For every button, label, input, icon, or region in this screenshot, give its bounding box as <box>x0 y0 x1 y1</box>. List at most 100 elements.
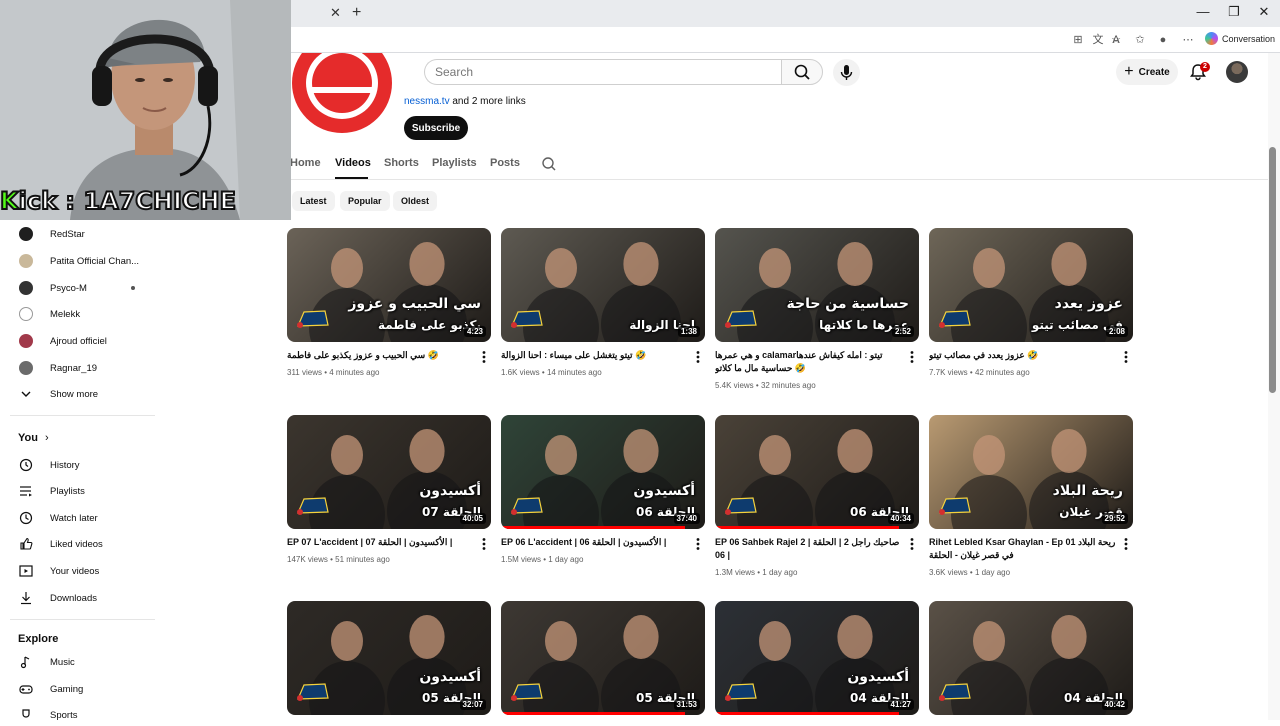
profile-icon[interactable]: ● <box>1155 32 1171 48</box>
more-links-text[interactable]: and 2 more links <box>450 96 525 107</box>
more-options-icon[interactable] <box>481 350 487 364</box>
sidebar-item-downloads[interactable]: Downloads <box>18 587 148 609</box>
video-title[interactable]: EP 06 Sahbek Rajel 2 | صاحبك راجل 2 | ال… <box>715 536 903 562</box>
sidebar-item-playlists[interactable]: Playlists <box>18 480 148 502</box>
video-card[interactable]: أكسيدون الحلقة 07 40:05 EP 07 L'accident | … <box>287 415 491 585</box>
chip-oldest[interactable]: Oldest <box>393 191 438 211</box>
more-options-icon[interactable] <box>481 537 487 551</box>
sidebar-item-watch-later[interactable]: Watch later <box>18 507 148 529</box>
video-title[interactable]: EP 07 L'accident | الأكسيدون | الحلقة 07… <box>287 536 475 549</box>
sidebar-subscription-redstar[interactable]: RedStar <box>18 223 148 245</box>
sidebar-item-your-videos[interactable]: Your videos <box>18 560 148 582</box>
video-card[interactable]: الحلقة 04 40:42 <box>929 601 1133 715</box>
tab-posts[interactable]: Posts <box>490 157 520 169</box>
video-age: 1 day ago <box>548 555 584 564</box>
watch-progress-bar <box>501 526 685 529</box>
video-title[interactable]: تيتو يتغشل على ميساء : احنا الزوالة 🤣 <box>501 349 689 362</box>
notification-badge: 2 <box>1200 62 1210 72</box>
sidebar-item-history[interactable]: History <box>18 454 148 476</box>
tab-home[interactable]: Home <box>290 157 321 169</box>
sidebar-item-sports[interactable]: Sports <box>18 704 148 726</box>
tab-shorts[interactable]: Shorts <box>384 157 419 169</box>
copilot-conversation-button[interactable]: Conversation <box>1205 32 1275 45</box>
more-options-icon[interactable] <box>695 537 701 551</box>
create-button[interactable]: + Create <box>1116 59 1178 85</box>
sidebar-subscription-ajroud[interactable]: Ajroud officiel <box>18 330 148 352</box>
video-thumbnail[interactable]: حساسية من حاجة عمرها ما كلاتها 2:52 <box>715 228 919 342</box>
video-card[interactable]: الحلقة 05 31:53 <box>501 601 705 715</box>
more-options-icon[interactable] <box>1123 350 1129 364</box>
video-thumbnail[interactable]: ريحة البلاد قصر غيلان 29:52 <box>929 415 1133 529</box>
tab-videos[interactable]: Videos <box>335 157 371 169</box>
video-card[interactable]: سي الحبيب و عزوز يكذبو على فاطمة 4:23 سي ال… <box>287 228 491 398</box>
video-card[interactable]: حساسية من حاجة عمرها ما كلاتها 2:52 و هي عم… <box>715 228 919 398</box>
video-thumbnail[interactable]: سي الحبيب و عزوز يكذبو على فاطمة 4:23 <box>287 228 491 342</box>
video-thumbnail[interactable]: أكسيدون الحلقة 06 37:40 <box>501 415 705 529</box>
video-card[interactable]: احنا الزوالة 1:38 تيتو يتغشل على ميساء : ا… <box>501 228 705 398</box>
video-thumbnail[interactable]: احنا الزوالة 1:38 <box>501 228 705 342</box>
video-card[interactable]: الحلقة 06 40:34 EP 06 Sahbek Rajel 2 | صاح… <box>715 415 919 585</box>
video-duration: 1:38 <box>677 326 700 337</box>
sidebar-item-gaming[interactable]: Gaming <box>18 678 148 700</box>
channel-avatar <box>19 334 33 348</box>
scrollbar-thumb[interactable] <box>1269 147 1276 393</box>
minimize-icon[interactable]: — <box>1193 4 1213 19</box>
sidebar-subscription-psyco-m[interactable]: Psyco-M <box>18 277 148 299</box>
new-tab-icon[interactable]: + <box>352 4 361 22</box>
video-title[interactable]: عزوز يعدد في مصائب تيتو 🤣 <box>929 349 1117 362</box>
sidebar-subscription-ragnar[interactable]: Ragnar_19 <box>18 357 148 379</box>
thumbs-up-icon <box>18 536 34 552</box>
video-thumbnail[interactable]: أكسيدون الحلقة 05 32:07 <box>287 601 491 715</box>
sidebar-you-heading[interactable]: You › <box>18 432 49 444</box>
video-title[interactable]: و هي عمرها calamarتيتو : امله كيفاش عنده… <box>715 349 903 375</box>
video-thumbnail[interactable]: الحلقة 06 40:34 <box>715 415 919 529</box>
sidebar-subscription-patita[interactable]: Patita Official Chan... <box>18 250 148 272</box>
sidebar-item-music[interactable]: Music <box>18 651 148 673</box>
video-thumbnail[interactable]: الحلقة 05 31:53 <box>501 601 705 715</box>
sidebar-subscription-melekk[interactable]: Melekk <box>18 303 148 325</box>
more-options-icon[interactable] <box>1123 537 1129 551</box>
app-install-icon[interactable]: ⊞ <box>1070 32 1086 48</box>
channel-avatar <box>19 307 33 321</box>
search-button[interactable] <box>781 59 823 85</box>
channel-search-icon[interactable] <box>541 156 557 172</box>
video-duration: 40:42 <box>1101 699 1128 710</box>
video-card[interactable]: عزوز يعدد في مصائب تيتو 2:08 عزوز يعدد في م… <box>929 228 1133 398</box>
show-logo <box>937 495 973 517</box>
chip-popular[interactable]: Popular <box>340 191 390 211</box>
video-card[interactable]: أكسيدون الحلقة 05 32:07 <box>287 601 491 715</box>
channel-link[interactable]: nessma.tv <box>404 96 450 107</box>
more-menu-icon[interactable]: ⋯ <box>1180 32 1196 48</box>
video-title[interactable]: Rihet Lebled Ksar Ghaylan - Ep 01 ريحة ا… <box>929 536 1117 562</box>
video-card[interactable]: ريحة البلاد قصر غيلان 29:52 Rihet Lebled Ks… <box>929 415 1133 585</box>
translate-icon[interactable]: 文 <box>1090 32 1106 48</box>
subscribe-button[interactable]: Subscribe <box>404 116 468 140</box>
voice-search-button[interactable] <box>833 59 860 86</box>
sidebar-divider <box>10 415 155 416</box>
more-options-icon[interactable] <box>695 350 701 364</box>
video-thumbnail[interactable]: أكسيدون الحلقة 04 41:27 <box>715 601 919 715</box>
thumbnail-caption: عزوز يعدد <box>1054 296 1123 312</box>
tab-playlists[interactable]: Playlists <box>432 157 477 169</box>
video-thumbnail[interactable]: عزوز يعدد في مصائب تيتو 2:08 <box>929 228 1133 342</box>
sidebar-item-liked-videos[interactable]: Liked videos <box>18 533 148 555</box>
video-card[interactable]: أكسيدون الحلقة 04 41:27 <box>715 601 919 715</box>
video-title[interactable]: EP 06 L'accident | الأكسيدون | الحلقة 06… <box>501 536 689 549</box>
maximize-icon[interactable]: ❐ <box>1224 4 1244 20</box>
video-title[interactable]: سي الحبيب و عزوز يكذبو على فاطمة 🤣 <box>287 349 475 362</box>
sidebar-show-more[interactable]: Show more <box>18 383 148 405</box>
video-card[interactable]: أكسيدون الحلقة 06 37:40 EP 06 L'accident | … <box>501 415 705 585</box>
video-thumbnail[interactable]: الحلقة 04 40:42 <box>929 601 1133 715</box>
favorite-star-icon[interactable]: ☆ <box>1108 32 1124 48</box>
video-views: 7.7K views <box>929 368 968 377</box>
video-thumbnail[interactable]: أكسيدون الحلقة 07 40:05 <box>287 415 491 529</box>
video-views: 311 views <box>287 368 322 377</box>
more-options-icon[interactable] <box>909 537 915 551</box>
favorites-icon[interactable]: ✩ <box>1132 32 1148 48</box>
search-input[interactable] <box>435 63 765 81</box>
user-avatar[interactable] <box>1226 61 1248 83</box>
tab-close-icon[interactable]: ✕ <box>330 5 341 21</box>
chip-latest[interactable]: Latest <box>292 191 335 211</box>
window-close-icon[interactable]: ✕ <box>1254 4 1274 20</box>
more-options-icon[interactable] <box>909 350 915 364</box>
